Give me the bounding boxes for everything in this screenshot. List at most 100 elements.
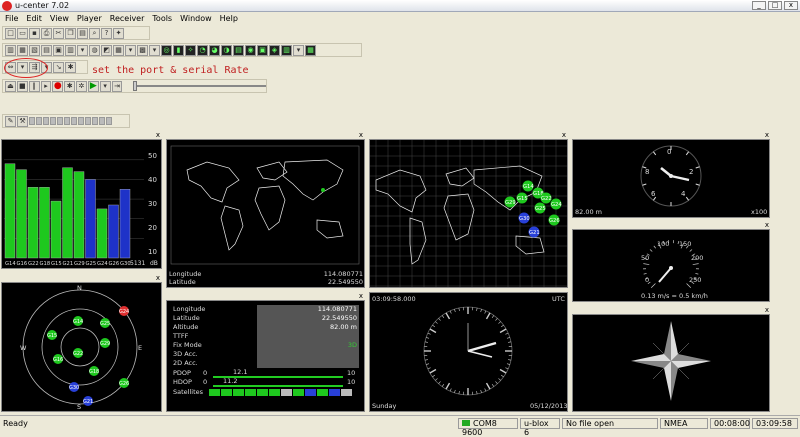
speed-readout: 0.13 m/s = 0.5 km/h [641, 292, 708, 300]
cut-icon[interactable]: ✂ [53, 28, 64, 39]
compass-icon[interactable]: ✧ [185, 45, 196, 56]
text-console-icon[interactable]: ▧ [29, 45, 40, 56]
sky-sat-label: G30 [69, 385, 79, 391]
chevron-down-icon[interactable]: ▾ [293, 45, 304, 56]
sky-panel-close[interactable]: x [0, 274, 162, 282]
menu-view[interactable]: View [47, 14, 74, 23]
paste-icon[interactable]: ▤ [77, 28, 88, 39]
map-panel-close[interactable]: x [165, 131, 365, 139]
sky-sat-label: G16 [53, 357, 63, 363]
sky-sat-label: G24 [119, 309, 129, 315]
sky-view-icon[interactable]: ◎ [161, 45, 172, 56]
satellite-cell [341, 389, 352, 396]
hdop-value: 11.2 [223, 377, 237, 386]
autobaud-icon[interactable]: ↘ [53, 62, 64, 73]
chart-view-icon[interactable]: ◩ [101, 45, 112, 56]
row-value: 22.549550 [257, 314, 359, 323]
sky-south: S [77, 403, 81, 411]
data-view-panel: Longitude114.080771 Latitude22.549550 Al… [166, 300, 365, 412]
speedometer-icon[interactable]: ◑ [221, 45, 232, 56]
settings-icon[interactable]: ✲ [76, 81, 87, 92]
tool-icon[interactable]: ✎ [5, 116, 16, 127]
status-receiver: u-blox 6 [520, 418, 560, 429]
packet-console-icon[interactable]: ▥ [5, 45, 16, 56]
row-label: TTFF [171, 332, 257, 341]
row-value: 82.00 m [257, 323, 359, 332]
wrench-icon[interactable]: ⚒ [17, 116, 28, 127]
deviation-icon[interactable]: ◈ [269, 45, 280, 56]
chevron-down-icon[interactable]: ▾ [100, 81, 111, 92]
google-earth-icon[interactable]: ◍ [89, 45, 100, 56]
play-icon[interactable]: ▶ [88, 81, 99, 92]
satellite-cell [305, 389, 316, 396]
binary-console-icon[interactable]: ▦ [17, 45, 28, 56]
altimeter-panel-close[interactable]: x [571, 131, 771, 139]
chevron-down-icon[interactable]: ▾ [149, 45, 160, 56]
world-sat-label: G24 [551, 202, 562, 208]
clock-icon[interactable]: ◔ [197, 45, 208, 56]
open-icon[interactable]: ▭ [17, 28, 28, 39]
eject-icon[interactable]: ⏏ [5, 81, 16, 92]
pdop-label: PDOP [173, 369, 203, 378]
dop-icon[interactable]: ▥ [281, 45, 292, 56]
status-port[interactable]: COM8 9600 [458, 418, 518, 429]
signal-bar-label: G21 [63, 261, 74, 267]
world-sat-label: G26 [549, 218, 560, 224]
menu-tools[interactable]: Tools [149, 14, 177, 23]
status-led [29, 117, 35, 125]
satellite-world-panel: G14G18G15G29G22G25G24G26G30G21 [369, 139, 568, 288]
signal-view-icon[interactable]: ▮ [173, 45, 184, 56]
record-icon[interactable]: ● [52, 81, 63, 92]
stop-icon[interactable]: ■ [17, 81, 28, 92]
zoom-icon[interactable]: ⌕ [89, 28, 100, 39]
save-icon[interactable]: ▪ [29, 28, 40, 39]
world-panel-close[interactable]: x [368, 131, 568, 139]
row-value: 114.080771 [257, 305, 359, 314]
world-view-icon[interactable]: ◉ [245, 45, 256, 56]
satellite-cell [233, 389, 244, 396]
bug-icon[interactable]: ✱ [65, 62, 76, 73]
new-icon[interactable]: □ [5, 28, 16, 39]
help-icon[interactable]: ? [101, 28, 112, 39]
menu-file[interactable]: File [2, 14, 23, 23]
data-panel-close[interactable]: x [165, 292, 365, 300]
map-lon-value: 114.080771 [324, 270, 363, 278]
menu-help[interactable]: Help [217, 14, 243, 23]
signal-panel-close[interactable]: x [0, 131, 162, 139]
maximize-button[interactable]: □ [768, 1, 782, 10]
copy-icon[interactable]: ❐ [65, 28, 76, 39]
row-label: 3D Acc. [171, 350, 257, 359]
playback-slider[interactable] [133, 85, 266, 87]
chevron-down-icon[interactable]: ▾ [77, 45, 88, 56]
histogram-icon[interactable]: ▦ [113, 45, 124, 56]
menu-receiver[interactable]: Receiver [107, 14, 150, 23]
menu-window[interactable]: Window [177, 14, 217, 23]
message-view-icon[interactable]: ▣ [53, 45, 64, 56]
skip-icon[interactable]: ⇥ [112, 81, 123, 92]
step-icon[interactable]: ▸ [41, 81, 52, 92]
slider-knob[interactable] [133, 81, 137, 91]
camera-icon[interactable]: ▣ [257, 45, 268, 56]
compass-panel-close[interactable]: x [571, 306, 771, 314]
minimize-button[interactable]: _ [752, 1, 766, 10]
legend-icon[interactable]: ▦ [305, 45, 316, 56]
satellites-label: Satellites [173, 388, 209, 397]
speed-panel-close[interactable]: x [571, 221, 771, 229]
map-view-icon[interactable]: ▩ [137, 45, 148, 56]
print-icon[interactable]: ⎙ [41, 28, 52, 39]
close-button[interactable]: x [784, 1, 798, 10]
menu-edit[interactable]: Edit [23, 14, 47, 23]
menu-player[interactable]: Player [74, 14, 107, 23]
chevron-down-icon[interactable]: ▾ [125, 45, 136, 56]
player-toolbar: ⏏ ■ ‖ ▸ ● ✱ ✲ ▶ ▾ ⇥ [2, 79, 267, 93]
trace-icon[interactable]: ✱ [64, 81, 75, 92]
statistic-view-icon[interactable]: ▥ [65, 45, 76, 56]
altimeter-panel: 0 8 6 4 2 82.00 m x100 [572, 139, 770, 218]
pause-icon[interactable]: ‖ [29, 81, 40, 92]
data-view-icon[interactable]: ▤ [233, 45, 244, 56]
altimeter-icon[interactable]: ◕ [209, 45, 220, 56]
status-led [71, 117, 77, 125]
satellite-icon[interactable]: ✦ [113, 28, 124, 39]
table-view-icon[interactable]: ▤ [41, 45, 52, 56]
signal-bar [28, 187, 38, 258]
